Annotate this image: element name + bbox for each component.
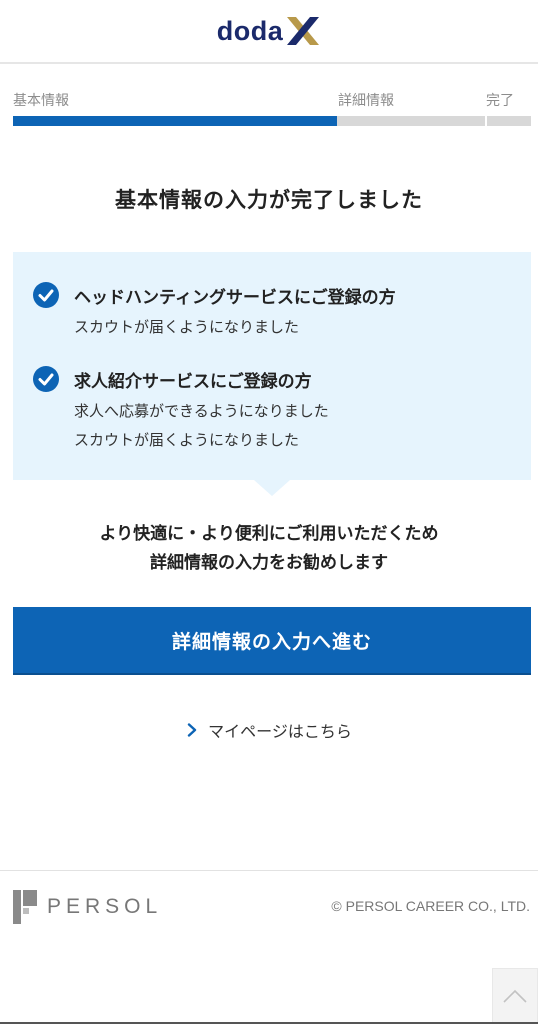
- info-heading: 求人紹介サービスにご登録の方: [74, 372, 312, 392]
- step-detail-info: 詳細情報: [338, 93, 394, 109]
- info-description: スカウトが届くようになりました: [74, 318, 300, 336]
- mypage-link-label: マイページはこちら: [208, 722, 352, 741]
- info-description: 求人へ応募ができるようになりました: [74, 402, 329, 420]
- info-heading: ヘッドハンティングサービスにご登録の方: [74, 288, 396, 308]
- recommendation-text: より快適に・より便利にご利用いただくため 詳細情報の入力をお勧めします: [0, 520, 538, 578]
- step-complete: 完了: [486, 93, 514, 109]
- persol-brand-text: PERSOL: [47, 895, 163, 918]
- page-title: 基本情報の入力が完了しました: [115, 188, 423, 212]
- doda-x-logo[interactable]: doda: [217, 15, 322, 47]
- progress-bar-fill: [13, 116, 337, 126]
- step-basic-info: 基本情報: [13, 93, 69, 109]
- persol-logo-icon: [13, 890, 37, 924]
- registration-info-box: ヘッドハンティングサービスにご登録の方 スカウトが届くようになりました 求人紹介…: [13, 252, 531, 480]
- chevron-right-icon: [187, 723, 197, 737]
- chevron-up-icon: [503, 989, 527, 1003]
- mypage-link[interactable]: マイページはこちら: [0, 718, 538, 742]
- site-header: doda: [0, 0, 538, 64]
- check-circle-icon: [33, 366, 59, 392]
- info-description: スカウトが届くようになりました: [74, 431, 300, 449]
- logo-text: doda: [216, 15, 284, 46]
- scroll-to-top-button[interactable]: [492, 968, 538, 1024]
- progress-bar: [13, 116, 531, 126]
- recommendation-line-1: より快適に・より便利にご利用いただくため: [99, 524, 439, 544]
- check-circle-icon: [33, 282, 59, 308]
- persol-logo: PERSOL: [13, 890, 162, 924]
- proceed-to-details-button[interactable]: 詳細情報の入力へ進む: [13, 607, 531, 673]
- info-box-pointer: [254, 480, 290, 496]
- footer-divider: [0, 870, 538, 871]
- copyright: © PERSOL CAREER CO., LTD.: [331, 898, 530, 914]
- step-indicator: 基本情報 詳細情報 完了: [13, 64, 531, 126]
- doda-x-logo-icon: [287, 17, 320, 45]
- recommendation-line-2: 詳細情報の入力をお勧めします: [150, 553, 388, 573]
- progress-divider: [485, 116, 487, 126]
